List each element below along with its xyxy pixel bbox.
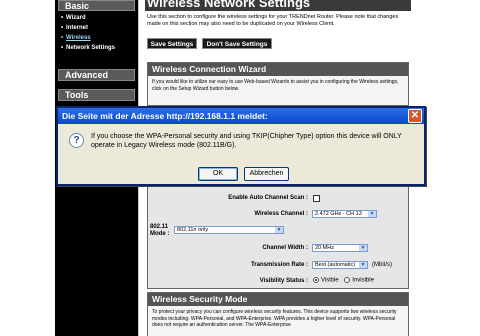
visibility-options: Visible Invisible <box>313 277 374 284</box>
nav-item-wireless[interactable]: • Wireless <box>61 35 91 42</box>
nav-tools-header[interactable]: Tools <box>58 89 135 101</box>
auto-scan-label: Enable Auto Channel Scan : <box>228 195 308 201</box>
save-settings-button[interactable]: Save Settings <box>147 38 197 49</box>
nav-item-network-settings[interactable]: • Network Settings <box>61 45 121 52</box>
nav-item-label: Network Settings <box>66 45 116 51</box>
visible-radio[interactable] <box>313 277 319 283</box>
nav-advanced-header[interactable]: Advanced <box>58 69 135 81</box>
security-section: Wireless Security Mode To protect your p… <box>147 292 409 336</box>
wizard-section-body: If you would like to utilize our easy to… <box>152 79 399 92</box>
wizard-section: Wireless Connection Wizard If you would … <box>147 62 409 106</box>
visible-label: Visible <box>321 277 339 284</box>
mode-label: 802.11 Mode : <box>150 224 170 237</box>
nav-item-label: Wizard <box>66 15 86 21</box>
channel-width-value: 20 MHz <box>315 245 334 251</box>
dialog-message: If you choose the WPA-Personal security … <box>91 133 402 149</box>
mode-value: 802.11n only <box>177 227 209 233</box>
nav-item-label: Internet <box>66 25 89 31</box>
mode-select[interactable]: 802.11n only ▼ <box>174 226 284 234</box>
transmission-rate-value: Best (automatic) <box>315 262 356 268</box>
channel-select[interactable]: 2.472 GHz - CH 13 ▼ <box>312 210 377 218</box>
ok-button[interactable]: OK <box>198 167 238 181</box>
chevron-down-icon: ▼ <box>359 262 367 268</box>
alert-dialog: Die Seite mit der Adresse http://192.168… <box>56 106 426 186</box>
invisible-label: Invisible <box>352 277 374 284</box>
wizard-section-title: Wireless Connection Wizard <box>148 63 408 76</box>
channel-label: Wireless Channel : <box>254 211 308 217</box>
visibility-label: Visibility Status : <box>259 278 308 284</box>
transmission-rate-select[interactable]: Best (automatic) ▼ <box>312 261 368 269</box>
channel-value: 2.472 GHz - CH 13 <box>315 211 362 217</box>
wireless-settings-panel: Enable Auto Channel Scan : Wireless Chan… <box>147 186 409 289</box>
invisible-radio[interactable] <box>344 277 351 283</box>
dialog-title: Die Seite mit der Adresse http://192.168… <box>58 108 424 124</box>
chevron-down-icon: ▼ <box>368 211 376 217</box>
close-icon[interactable]: ✕ <box>408 109 422 123</box>
cancel-button[interactable]: Abbrechen <box>244 167 289 181</box>
nav-basic-header[interactable]: Basic <box>58 0 135 11</box>
nav-item-wizard[interactable]: • Wizard <box>61 15 86 22</box>
transmission-rate-label: Transmission Rate : <box>250 262 308 268</box>
channel-width-label: Channel Width : <box>262 245 308 251</box>
security-section-title: Wireless Security Mode <box>148 293 408 306</box>
nav-item-internet[interactable]: • Internet <box>61 25 88 32</box>
rate-unit: (Mbit/s) <box>372 262 392 268</box>
nav-item-label: Wireless <box>66 35 91 41</box>
intro-text: Use this section to configure the wirele… <box>147 14 399 27</box>
page-title: Wireless Network Settings <box>145 0 411 11</box>
question-icon: ? <box>69 133 84 148</box>
security-section-body: To protect your privacy you can configur… <box>152 309 397 328</box>
chevron-down-icon: ▼ <box>275 227 283 233</box>
chevron-down-icon: ▼ <box>359 245 367 251</box>
browser-page: { "nav": { "basic_label": "Basic", "basi… <box>0 0 480 336</box>
channel-width-select[interactable]: 20 MHz ▼ <box>312 244 368 252</box>
auto-scan-checkbox[interactable] <box>313 195 320 202</box>
dont-save-settings-button[interactable]: Don't Save Settings <box>202 38 272 49</box>
